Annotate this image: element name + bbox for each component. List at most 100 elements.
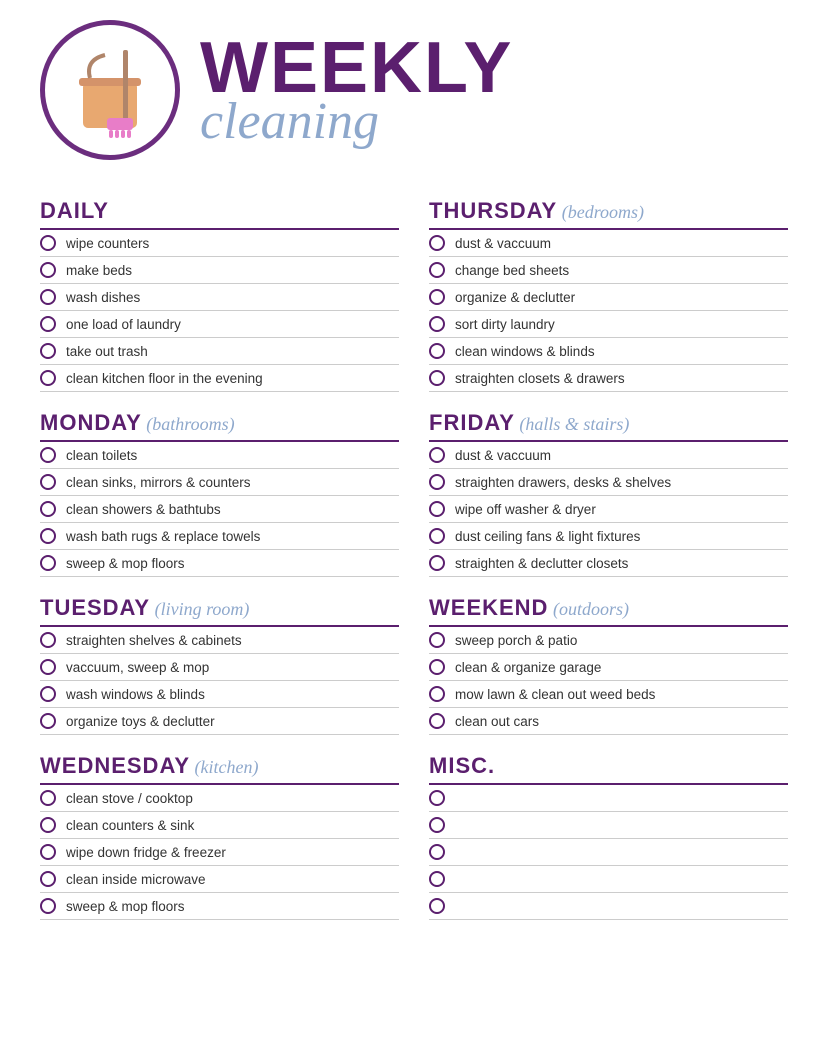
item-text: dust ceiling fans & light fixtures [455, 529, 640, 544]
list-item[interactable]: wipe down fridge & freezer [40, 839, 399, 866]
list-item[interactable]: wipe off washer & dryer [429, 496, 788, 523]
checkbox-circle[interactable] [40, 898, 56, 914]
checkbox-circle[interactable] [40, 316, 56, 332]
list-item[interactable]: take out trash [40, 338, 399, 365]
list-item[interactable]: change bed sheets [429, 257, 788, 284]
checkbox-circle[interactable] [40, 343, 56, 359]
list-item[interactable]: make beds [40, 257, 399, 284]
section-monday: MONDAY (bathrooms) clean toilets clean sin… [40, 410, 399, 577]
checkbox-circle[interactable] [429, 686, 445, 702]
checkbox-circle[interactable] [429, 474, 445, 490]
list-item[interactable]: clean & organize garage [429, 654, 788, 681]
checkbox-circle[interactable] [429, 898, 445, 914]
checkbox-circle[interactable] [429, 262, 445, 278]
section-title-monday: MONDAY (bathrooms) [40, 410, 399, 436]
checkbox-circle[interactable] [429, 713, 445, 729]
list-item[interactable] [429, 785, 788, 812]
checkbox-circle[interactable] [429, 370, 445, 386]
list-item[interactable]: clean kitchen floor in the evening [40, 365, 399, 392]
list-item[interactable]: clean inside microwave [40, 866, 399, 893]
checkbox-circle[interactable] [40, 370, 56, 386]
list-item[interactable]: clean out cars [429, 708, 788, 735]
list-item[interactable]: dust & vaccuum [429, 442, 788, 469]
checkbox-circle[interactable] [40, 555, 56, 571]
checkbox-circle[interactable] [40, 844, 56, 860]
left-column: DAILYwipe countersmake bedswash disheson… [40, 198, 399, 938]
list-item[interactable]: dust ceiling fans & light fixtures [429, 523, 788, 550]
checklist-monday: clean toilets clean sinks, mirrors & coun… [40, 440, 399, 577]
list-item[interactable]: wash dishes [40, 284, 399, 311]
item-text: straighten closets & drawers [455, 371, 625, 386]
checkbox-circle[interactable] [40, 713, 56, 729]
section-title-wednesday: WEDNESDAY (kitchen) [40, 753, 399, 779]
list-item[interactable]: vaccuum, sweep & mop [40, 654, 399, 681]
list-item[interactable]: wash windows & blinds [40, 681, 399, 708]
checkbox-circle[interactable] [429, 659, 445, 675]
checkbox-circle[interactable] [40, 289, 56, 305]
list-item[interactable]: straighten drawers, desks & shelves [429, 469, 788, 496]
checkbox-circle[interactable] [429, 632, 445, 648]
section-wednesday: WEDNESDAY (kitchen) clean stove / cooktop… [40, 753, 399, 920]
header: WEEKLY cleaning [40, 20, 788, 170]
checkbox-circle[interactable] [40, 790, 56, 806]
list-item[interactable]: clean counters & sink [40, 812, 399, 839]
list-item[interactable]: sweep & mop floors [40, 550, 399, 577]
checkbox-circle[interactable] [429, 555, 445, 571]
list-item[interactable]: dust & vaccuum [429, 230, 788, 257]
list-item[interactable]: clean windows & blinds [429, 338, 788, 365]
checkbox-circle[interactable] [40, 262, 56, 278]
list-item[interactable]: clean sinks, mirrors & counters [40, 469, 399, 496]
item-text: organize & declutter [455, 290, 575, 305]
checkbox-circle[interactable] [40, 528, 56, 544]
checkbox-circle[interactable] [40, 817, 56, 833]
checkbox-circle[interactable] [40, 474, 56, 490]
list-item[interactable]: straighten shelves & cabinets [40, 627, 399, 654]
list-item[interactable]: straighten & declutter closets [429, 550, 788, 577]
logo-circle [40, 20, 180, 160]
list-item[interactable]: wash bath rugs & replace towels [40, 523, 399, 550]
list-item[interactable]: mow lawn & clean out weed beds [429, 681, 788, 708]
checkbox-circle[interactable] [40, 447, 56, 463]
checkbox-circle[interactable] [429, 343, 445, 359]
list-item[interactable] [429, 893, 788, 920]
list-item[interactable]: sort dirty laundry [429, 311, 788, 338]
list-item[interactable] [429, 812, 788, 839]
item-text: clean inside microwave [66, 872, 206, 887]
checkbox-circle[interactable] [429, 528, 445, 544]
checkbox-circle[interactable] [40, 871, 56, 887]
item-text: wipe counters [66, 236, 149, 251]
checkbox-circle[interactable] [429, 501, 445, 517]
list-item[interactable]: straighten closets & drawers [429, 365, 788, 392]
checkbox-circle[interactable] [429, 844, 445, 860]
list-item[interactable] [429, 839, 788, 866]
section-subtitle-wednesday: (kitchen) [190, 757, 258, 777]
checkbox-circle[interactable] [40, 235, 56, 251]
list-item[interactable]: sweep & mop floors [40, 893, 399, 920]
checkbox-circle[interactable] [429, 817, 445, 833]
checkbox-circle[interactable] [429, 447, 445, 463]
item-text: clean sinks, mirrors & counters [66, 475, 251, 490]
checkbox-circle[interactable] [40, 686, 56, 702]
checkbox-circle[interactable] [429, 790, 445, 806]
list-item[interactable]: one load of laundry [40, 311, 399, 338]
list-item[interactable]: organize & declutter [429, 284, 788, 311]
item-text: clean showers & bathtubs [66, 502, 221, 517]
list-item[interactable]: organize toys & declutter [40, 708, 399, 735]
list-item[interactable] [429, 866, 788, 893]
checkbox-circle[interactable] [40, 632, 56, 648]
list-item[interactable]: clean showers & bathtubs [40, 496, 399, 523]
checkbox-circle[interactable] [40, 659, 56, 675]
list-item[interactable]: clean stove / cooktop [40, 785, 399, 812]
item-text: clean windows & blinds [455, 344, 595, 359]
item-text: sweep & mop floors [66, 556, 185, 571]
checkbox-circle[interactable] [429, 871, 445, 887]
checkbox-circle[interactable] [429, 235, 445, 251]
checkbox-circle[interactable] [429, 289, 445, 305]
section-friday: FRIDAY (halls & stairs)dust & vaccuumstr… [429, 410, 788, 577]
checkbox-circle[interactable] [40, 501, 56, 517]
list-item[interactable]: clean toilets [40, 442, 399, 469]
list-item[interactable]: wipe counters [40, 230, 399, 257]
item-text: wash windows & blinds [66, 687, 205, 702]
checkbox-circle[interactable] [429, 316, 445, 332]
list-item[interactable]: sweep porch & patio [429, 627, 788, 654]
